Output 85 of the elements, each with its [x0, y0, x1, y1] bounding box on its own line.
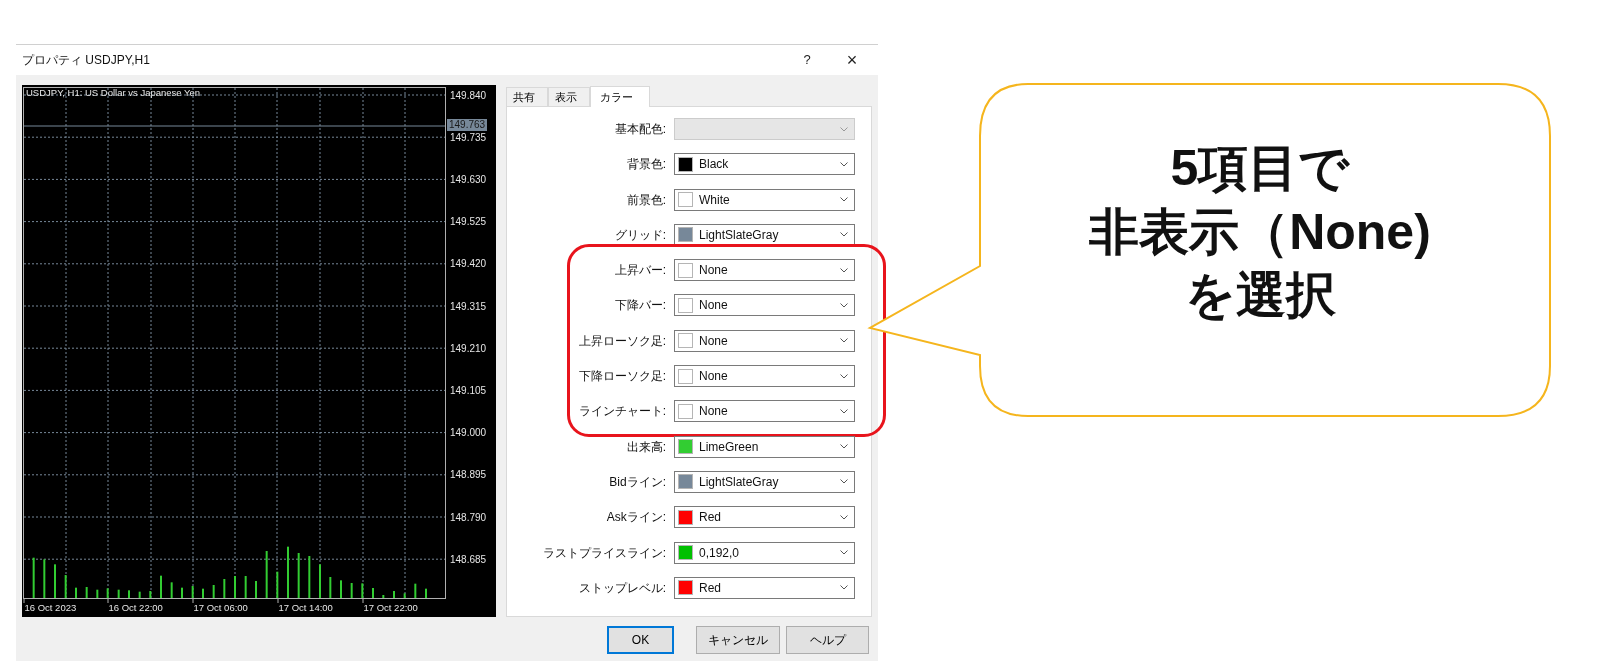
- color-dropdown[interactable]: Red: [674, 506, 855, 529]
- color-dropdown[interactable]: None: [674, 365, 855, 388]
- color-dropdown[interactable]: None: [674, 259, 855, 282]
- tab[interactable]: 共有: [506, 87, 548, 106]
- field-label: ラストプライスライン:: [541, 544, 667, 562]
- color-dropdown[interactable]: None: [674, 400, 855, 423]
- chevron-down-icon: [840, 126, 848, 132]
- tab[interactable]: 表示: [548, 87, 590, 106]
- chevron-down-icon: [840, 585, 848, 591]
- chevron-down-icon: [840, 267, 848, 273]
- time-label: 17 Oct 06:00: [193, 602, 248, 613]
- color-dropdown[interactable]: White: [674, 188, 855, 211]
- dropdown-value: Black: [699, 156, 729, 174]
- field-label: 上昇ローソク足:: [577, 332, 667, 350]
- dialog-button[interactable]: キャンセル: [696, 626, 780, 654]
- dialog-button[interactable]: ヘルプ: [786, 626, 869, 654]
- dropdown-value: Red: [699, 579, 721, 597]
- field-label: 下降ローソク足:: [577, 368, 667, 386]
- dropdown-value: 0,192,0: [699, 544, 740, 562]
- color-dropdown[interactable]: LightSlateGray: [674, 223, 855, 246]
- color-dropdown[interactable]: Red: [674, 576, 855, 599]
- dropdown-value: LightSlateGray: [699, 226, 779, 244]
- dropdown-value: None: [699, 262, 728, 280]
- price-label: 149.420: [450, 258, 487, 270]
- dropdown-value: White: [699, 191, 730, 209]
- field-label: 下降バー:: [613, 297, 667, 315]
- color-dropdown[interactable]: None: [674, 294, 855, 317]
- dropdown-value: LightSlateGray: [699, 473, 779, 491]
- dropdown-value: LimeGreen: [699, 438, 759, 456]
- price-label: 149.000: [450, 427, 487, 439]
- price-label: 149.840: [450, 89, 487, 101]
- window-title: プロパティ USDJPY,H1: [22, 52, 150, 69]
- price-label: 148.685: [450, 553, 487, 565]
- dialog-button[interactable]: OK: [607, 626, 674, 654]
- price-label: 148.895: [450, 469, 487, 481]
- chevron-down-icon: [840, 444, 848, 450]
- field-label: Bidライン:: [608, 473, 667, 491]
- dropdown-value: Red: [699, 509, 721, 527]
- dropdown-value: None: [699, 368, 728, 386]
- chevron-down-icon: [840, 514, 848, 520]
- price-label: 149.315: [450, 300, 487, 312]
- chevron-down-icon: [840, 161, 848, 167]
- close-button[interactable]: ×: [832, 51, 872, 69]
- field-label: ラインチャート:: [577, 403, 667, 421]
- field-label: 前景色:: [625, 191, 667, 209]
- time-label: 16 Oct 22:00: [108, 602, 163, 613]
- price-label: 149.525: [450, 216, 487, 228]
- field-label: 上昇バー:: [613, 262, 667, 280]
- field-label: ストップレベル:: [577, 579, 667, 597]
- chevron-down-icon: [840, 408, 848, 414]
- price-label: 149.630: [450, 173, 487, 185]
- color-dropdown[interactable]: Black: [674, 153, 855, 176]
- color-dropdown[interactable]: None: [674, 329, 855, 352]
- dropdown-value: None: [699, 297, 728, 315]
- callout-text: 5項目で: [1170, 140, 1350, 198]
- chevron-down-icon: [840, 373, 848, 379]
- time-label: 17 Oct 14:00: [278, 602, 333, 613]
- dropdown-value: None: [699, 403, 728, 421]
- color-dropdown[interactable]: LimeGreen: [674, 435, 855, 458]
- color-dropdown[interactable]: LightSlateGray: [674, 470, 855, 493]
- current-price-label: 149.763: [447, 119, 488, 131]
- field-label: 背景色:: [625, 156, 667, 174]
- tab[interactable]: カラー: [590, 86, 650, 107]
- chevron-down-icon: [840, 303, 848, 308]
- time-label: 16 Oct 2023: [24, 602, 77, 613]
- color-dropdown[interactable]: 0,192,0: [674, 541, 855, 564]
- field-label: 出来高:: [625, 438, 667, 456]
- price-label: 149.210: [450, 342, 487, 354]
- chevron-down-icon: [840, 479, 848, 485]
- field-label: グリッド:: [613, 226, 667, 244]
- time-label: 17 Oct 22:00: [363, 602, 418, 613]
- field-label: Askライン:: [605, 509, 667, 527]
- dropdown-value: None: [699, 332, 728, 350]
- chevron-down-icon: [840, 550, 848, 556]
- field-label: 基本配色:: [613, 121, 667, 138]
- price-label: 148.790: [450, 511, 487, 523]
- chevron-down-icon: [840, 232, 848, 238]
- chevron-down-icon: [840, 338, 848, 344]
- callout-text: を選択: [1184, 267, 1336, 325]
- price-label: 149.105: [450, 384, 487, 396]
- callout-text: 非表示（None): [1089, 203, 1431, 261]
- help-button[interactable]: ?: [792, 50, 822, 70]
- chevron-down-icon: [840, 197, 848, 203]
- price-label: 149.735: [450, 131, 487, 143]
- chart-title: USDJPY, H1: US Dollar vs Japanese Yen: [26, 87, 201, 98]
